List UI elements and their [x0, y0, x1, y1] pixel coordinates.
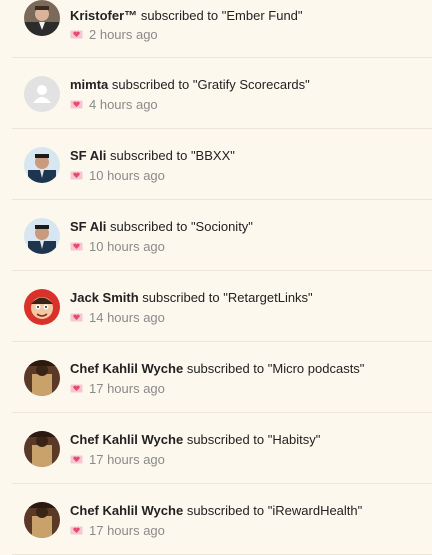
- feed-item: mimta subscribed to "Gratify Scorecards"…: [12, 58, 432, 129]
- heart-envelope-icon: [70, 454, 83, 465]
- user-name[interactable]: mimta: [70, 77, 108, 92]
- action-text: subscribed to: [111, 77, 190, 92]
- timestamp: 10 hours ago: [89, 168, 165, 183]
- user-photo-icon: [24, 502, 60, 538]
- timestamp: 10 hours ago: [89, 239, 165, 254]
- heart-envelope-icon: [70, 241, 83, 252]
- avatar[interactable]: [24, 218, 60, 254]
- user-name[interactable]: Chef Kahlil Wyche: [70, 361, 183, 376]
- heart-envelope-icon: [70, 525, 83, 536]
- user-name[interactable]: Chef Kahlil Wyche: [70, 432, 183, 447]
- avatar[interactable]: [24, 502, 60, 538]
- subscription-target[interactable]: "iRewardHealth": [268, 503, 363, 518]
- user-name[interactable]: Chef Kahlil Wyche: [70, 503, 183, 518]
- action-text: subscribed to: [109, 219, 188, 234]
- timestamp: 4 hours ago: [89, 97, 158, 112]
- user-photo-icon: [24, 218, 60, 254]
- feed-item: Jack Smith subscribed to "RetargetLinks"…: [12, 271, 432, 342]
- heart-envelope-icon: [70, 312, 83, 323]
- avatar[interactable]: [24, 360, 60, 396]
- user-photo-icon: [24, 0, 60, 36]
- timestamp: 17 hours ago: [89, 452, 165, 467]
- subscription-target[interactable]: "Ember Fund": [222, 8, 303, 23]
- activity-feed: Kristofer™ subscribed to "Ember Fund" 2 …: [0, 0, 432, 555]
- heart-envelope-icon: [70, 383, 83, 394]
- timestamp: 2 hours ago: [89, 27, 158, 42]
- subscription-target[interactable]: "Socionity": [191, 219, 253, 234]
- timestamp: 17 hours ago: [89, 381, 165, 396]
- avatar[interactable]: [24, 76, 60, 112]
- feed-item: Kristofer™ subscribed to "Ember Fund" 2 …: [12, 0, 432, 58]
- feed-item: Chef Kahlil Wyche subscribed to "iReward…: [12, 484, 432, 555]
- user-photo-icon: [24, 360, 60, 396]
- action-text: subscribed to: [142, 290, 220, 305]
- user-name[interactable]: Jack Smith: [70, 290, 139, 305]
- avatar[interactable]: [24, 289, 60, 325]
- timestamp: 14 hours ago: [89, 310, 165, 325]
- subscription-target[interactable]: "Micro podcasts": [268, 361, 365, 376]
- user-photo-icon: [24, 431, 60, 467]
- feed-item: Chef Kahlil Wyche subscribed to "Micro p…: [12, 342, 432, 413]
- feed-item: Chef Kahlil Wyche subscribed to "Habitsy…: [12, 413, 432, 484]
- subscription-target[interactable]: "RetargetLinks": [223, 290, 312, 305]
- cartoon-avatar-icon: [24, 289, 60, 325]
- subscription-target[interactable]: "Habitsy": [268, 432, 321, 447]
- user-photo-icon: [24, 147, 60, 183]
- default-avatar-icon: [24, 76, 60, 112]
- action-text: subscribed to: [186, 361, 265, 376]
- user-name[interactable]: Kristofer™: [70, 8, 137, 23]
- feed-item: SF Ali subscribed to "BBXX" 10 hours ago: [12, 129, 432, 200]
- user-name[interactable]: SF Ali: [70, 148, 106, 163]
- avatar[interactable]: [24, 147, 60, 183]
- heart-envelope-icon: [70, 99, 83, 110]
- action-text: subscribed to: [140, 8, 219, 23]
- action-text: subscribed to: [186, 503, 265, 518]
- action-text: subscribed to: [186, 432, 265, 447]
- avatar[interactable]: [24, 0, 60, 36]
- feed-item: SF Ali subscribed to "Socionity" 10 hour…: [12, 200, 432, 271]
- avatar[interactable]: [24, 431, 60, 467]
- user-name[interactable]: SF Ali: [70, 219, 106, 234]
- heart-envelope-icon: [70, 170, 83, 181]
- subscription-target[interactable]: "BBXX": [191, 148, 235, 163]
- timestamp: 17 hours ago: [89, 523, 165, 538]
- action-text: subscribed to: [109, 148, 188, 163]
- subscription-target[interactable]: "Gratify Scorecards": [193, 77, 310, 92]
- heart-envelope-icon: [70, 29, 83, 40]
